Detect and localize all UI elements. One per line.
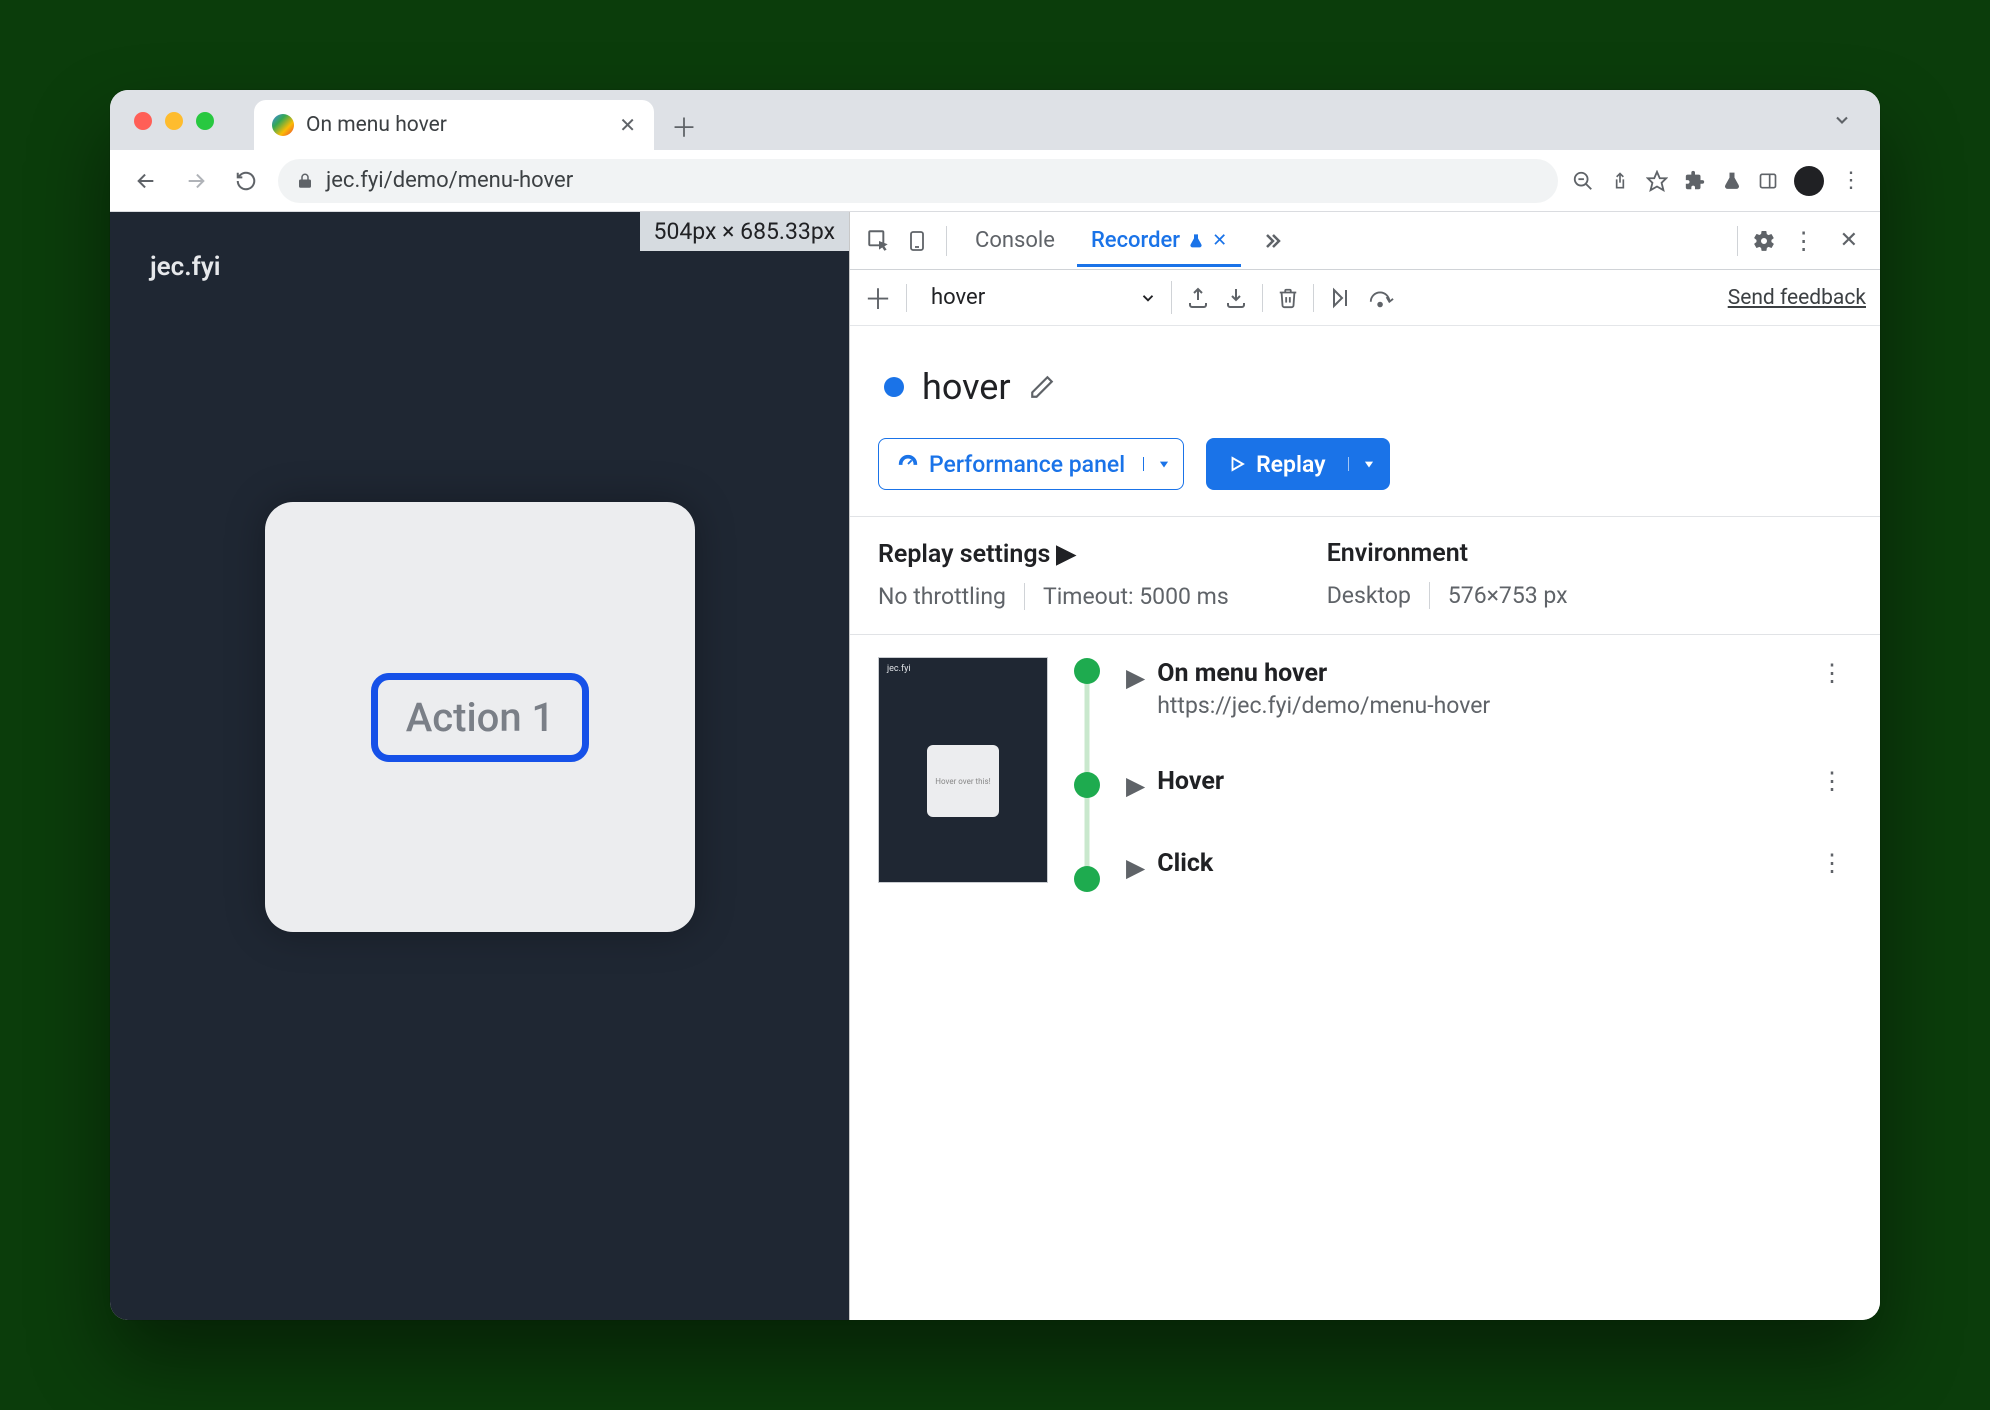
step-title: Click: [1157, 849, 1213, 878]
flask-icon: [1188, 233, 1204, 249]
step-button[interactable]: [1328, 286, 1354, 310]
more-tabs-icon[interactable]: [1249, 229, 1293, 253]
step-menu-button[interactable]: ⋮: [1820, 849, 1852, 877]
demo-card: Action 1: [265, 502, 695, 932]
step-menu-button[interactable]: ⋮: [1820, 659, 1852, 687]
step-menu-button[interactable]: ⋮: [1820, 767, 1852, 795]
recording-select[interactable]: hover: [921, 281, 1172, 314]
extensions-icon[interactable]: [1684, 170, 1706, 192]
labs-icon[interactable]: [1722, 171, 1742, 191]
devtools-tablist: Console Recorder ✕ ⋮ ✕: [850, 212, 1880, 270]
chevron-down-icon: [1139, 289, 1157, 307]
recording-title: hover: [922, 366, 1011, 408]
replay-button[interactable]: Replay: [1206, 438, 1390, 490]
recorder-settings: Replay settings ▶ No throttling Timeout:…: [878, 539, 1852, 610]
devtools-close-icon[interactable]: ✕: [1832, 228, 1866, 253]
throttling-value[interactable]: No throttling: [878, 583, 1024, 610]
steps-timeline: [1072, 657, 1102, 883]
page-brand: jec.fyi: [150, 252, 220, 282]
timeline-node: [1074, 658, 1100, 684]
browser-tab[interactable]: On menu hover ✕: [254, 100, 654, 150]
recording-title-row: hover: [884, 366, 1852, 408]
send-feedback-link[interactable]: Send feedback: [1728, 286, 1866, 310]
thumb-card: Hover over this!: [927, 745, 999, 817]
devtools-tab-console-label: Console: [975, 228, 1055, 253]
browser-toolbar: jec.fyi/demo/menu-hover ⋮: [110, 150, 1880, 212]
browser-tabstrip: On menu hover ✕ ＋: [110, 90, 1880, 150]
recording-status-dot: [884, 377, 904, 397]
recorder-steps: jec.fyi Hover over this! ▶ On menu h: [878, 657, 1852, 883]
demo-action-label: Action 1: [406, 694, 555, 741]
viewport-value[interactable]: 576×753 px: [1429, 582, 1586, 609]
demo-action-button[interactable]: Action 1: [371, 673, 590, 762]
timeline-node: [1074, 772, 1100, 798]
tab-close-button[interactable]: ✕: [619, 113, 636, 137]
step-over-button[interactable]: [1368, 287, 1394, 309]
devtools-tab-close[interactable]: ✕: [1212, 230, 1227, 251]
side-panel-icon[interactable]: [1758, 171, 1778, 191]
thumb-brand: jec.fyi: [887, 664, 911, 674]
environment-heading: Environment: [1327, 539, 1586, 568]
step-thumbnail[interactable]: jec.fyi Hover over this!: [878, 657, 1048, 883]
device-value[interactable]: Desktop: [1327, 582, 1429, 609]
timeline-node: [1074, 866, 1100, 892]
replay-dropdown[interactable]: [1348, 457, 1390, 471]
recorder-step[interactable]: ▶ Hover ⋮: [1126, 767, 1852, 801]
devtools-menu-icon[interactable]: ⋮: [1784, 227, 1824, 255]
recorder-toolbar: ＋ hover Send feedback: [850, 270, 1880, 326]
device-mode-icon[interactable]: [902, 226, 932, 256]
window-minimize-button[interactable]: [165, 112, 183, 130]
nav-reload-button[interactable]: [228, 163, 264, 199]
address-bar[interactable]: jec.fyi/demo/menu-hover: [278, 159, 1558, 203]
window-controls: [134, 112, 214, 130]
devtools-settings-icon[interactable]: [1752, 229, 1776, 253]
performance-panel-button[interactable]: Performance panel: [878, 438, 1184, 490]
viewport-dimensions-badge: 504px × 685.33px: [640, 212, 849, 251]
export-button[interactable]: [1186, 286, 1210, 310]
tab-title: On menu hover: [306, 113, 447, 137]
window-zoom-button[interactable]: [196, 112, 214, 130]
inspect-element-icon[interactable]: [864, 226, 894, 256]
edit-title-button[interactable]: [1029, 374, 1055, 400]
import-button[interactable]: [1224, 286, 1248, 310]
expand-arrow-icon: ▶: [1126, 853, 1145, 883]
expand-icon: ▶: [1056, 539, 1075, 569]
recorder-step[interactable]: ▶ On menu hover https://jec.fyi/demo/men…: [1126, 659, 1852, 719]
page-preview: jec.fyi 504px × 685.33px Action 1: [110, 212, 850, 1320]
performance-panel-label: Performance panel: [929, 451, 1125, 478]
devtools-tab-recorder-label: Recorder: [1091, 228, 1180, 253]
share-icon[interactable]: [1610, 171, 1630, 191]
delete-recording-button[interactable]: [1277, 287, 1299, 309]
chrome-menu-button[interactable]: ⋮: [1840, 168, 1862, 193]
gauge-icon: [897, 453, 919, 475]
nav-forward-button[interactable]: [178, 163, 214, 199]
expand-arrow-icon: ▶: [1126, 771, 1145, 801]
zoom-icon[interactable]: [1572, 170, 1594, 192]
recording-select-value: hover: [931, 285, 1121, 310]
new-tab-button[interactable]: ＋: [664, 106, 704, 146]
window-close-button[interactable]: [134, 112, 152, 130]
profile-avatar[interactable]: [1794, 166, 1824, 196]
devtools-tab-console[interactable]: Console: [961, 214, 1069, 267]
recorder-step[interactable]: ▶ Click ⋮: [1126, 849, 1852, 883]
devtools-tab-recorder[interactable]: Recorder ✕: [1077, 214, 1241, 267]
toolbar-actions: ⋮: [1572, 166, 1862, 196]
replay-settings-heading[interactable]: Replay settings ▶: [878, 539, 1247, 569]
expand-arrow-icon: ▶: [1126, 663, 1145, 693]
favicon-icon: [272, 114, 294, 136]
play-icon: [1228, 455, 1246, 473]
tabs-dropdown-button[interactable]: [1818, 102, 1866, 138]
lock-icon: [296, 172, 314, 190]
performance-panel-dropdown[interactable]: [1143, 457, 1183, 471]
bookmark-star-icon[interactable]: [1646, 170, 1668, 192]
step-title: Hover: [1157, 767, 1224, 796]
step-title: On menu hover: [1157, 659, 1490, 688]
address-bar-text: jec.fyi/demo/menu-hover: [326, 168, 573, 193]
timeout-value[interactable]: Timeout: 5000 ms: [1024, 583, 1247, 610]
new-recording-button[interactable]: ＋: [864, 278, 892, 318]
nav-back-button[interactable]: [128, 163, 164, 199]
replay-label: Replay: [1256, 451, 1326, 478]
devtools-panel: Console Recorder ✕ ⋮ ✕ ＋ hover: [850, 212, 1880, 1320]
step-url: https://jec.fyi/demo/menu-hover: [1157, 692, 1490, 719]
